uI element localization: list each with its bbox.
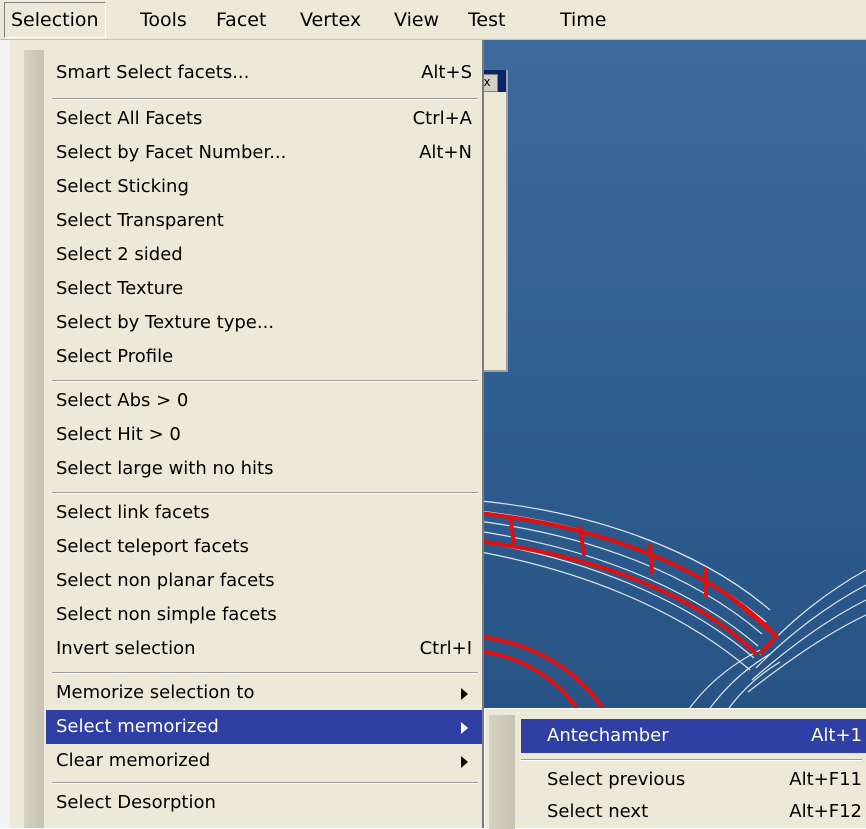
memorized-submenu: Antechamber Alt+1 Select previous Alt+F11 … (484, 708, 866, 829)
menu-vertex[interactable]: Vertex (300, 2, 361, 38)
menu-separator (52, 672, 478, 674)
menu-item-select-large-no-hits[interactable]: Select large with no hits (56, 452, 482, 486)
submenu-arrow-icon (461, 756, 468, 768)
menu-bar: Selection Tools Facet Vertex View Test T… (0, 0, 866, 40)
menu-separator (521, 759, 862, 761)
menu-item-smart-select[interactable]: Smart Select facets... Alt+S (56, 56, 482, 90)
menu-item-select-sticking[interactable]: Select Sticking (56, 170, 482, 204)
menu-item-select-memorized[interactable]: Select memorized (46, 710, 482, 744)
viewport-left-edge (0, 40, 10, 828)
menu-item-select-hit[interactable]: Select Hit > 0 (56, 418, 482, 452)
menu-item-select-2-sided[interactable]: Select 2 sided (56, 238, 482, 272)
menu-item-select-abs[interactable]: Select Abs > 0 (56, 384, 482, 418)
menu-facet[interactable]: Facet (216, 2, 266, 38)
menu-item-select-non-simple[interactable]: Select non simple facets (56, 598, 482, 632)
submenu-arrow-icon (461, 688, 468, 700)
submenu-arrow-icon (461, 722, 468, 734)
menu-item-select-profile[interactable]: Select Profile (56, 340, 482, 374)
submenu-item-antechamber[interactable]: Antechamber Alt+1 (521, 719, 866, 753)
menu-item-memorize-selection[interactable]: Memorize selection to (56, 676, 482, 710)
menu-item-select-non-planar[interactable]: Select non planar facets (56, 564, 482, 598)
selection-dropdown-menu: Smart Select facets... Alt+S Select All F… (10, 40, 484, 828)
submenu-gutter (489, 715, 515, 829)
menu-item-select-texture[interactable]: Select Texture (56, 272, 482, 306)
menu-separator (52, 492, 478, 494)
menu-item-select-desorption[interactable]: Select Desorption (56, 786, 482, 820)
menu-item-select-link-facets[interactable]: Select link facets (56, 496, 482, 530)
menu-separator (52, 98, 478, 100)
menu-item-invert-selection[interactable]: Invert selection Ctrl+I (56, 632, 482, 666)
menu-item-clear-memorized[interactable]: Clear memorized (56, 744, 482, 778)
geometry-wireframe (470, 499, 866, 740)
menu-item-select-by-number[interactable]: Select by Facet Number... Alt+N (56, 136, 482, 170)
menu-separator (52, 380, 478, 382)
submenu-item-select-next[interactable]: Select next Alt+F12 (547, 795, 866, 829)
menu-tools[interactable]: Tools (140, 2, 187, 38)
menu-view[interactable]: View (394, 2, 439, 38)
submenu-item-select-previous[interactable]: Select previous Alt+F11 (547, 763, 866, 797)
menu-item-select-teleport-facets[interactable]: Select teleport facets (56, 530, 482, 564)
menu-selection[interactable]: Selection (4, 2, 106, 38)
menu-gutter (24, 50, 44, 828)
menu-item-select-all[interactable]: Select All Facets Ctrl+A (56, 102, 482, 136)
menu-time[interactable]: Time (560, 2, 607, 38)
menu-item-select-transparent[interactable]: Select Transparent (56, 204, 482, 238)
menu-test[interactable]: Test (468, 2, 505, 38)
menu-item-select-by-texture-type[interactable]: Select by Texture type... (56, 306, 482, 340)
menu-separator (52, 782, 478, 784)
